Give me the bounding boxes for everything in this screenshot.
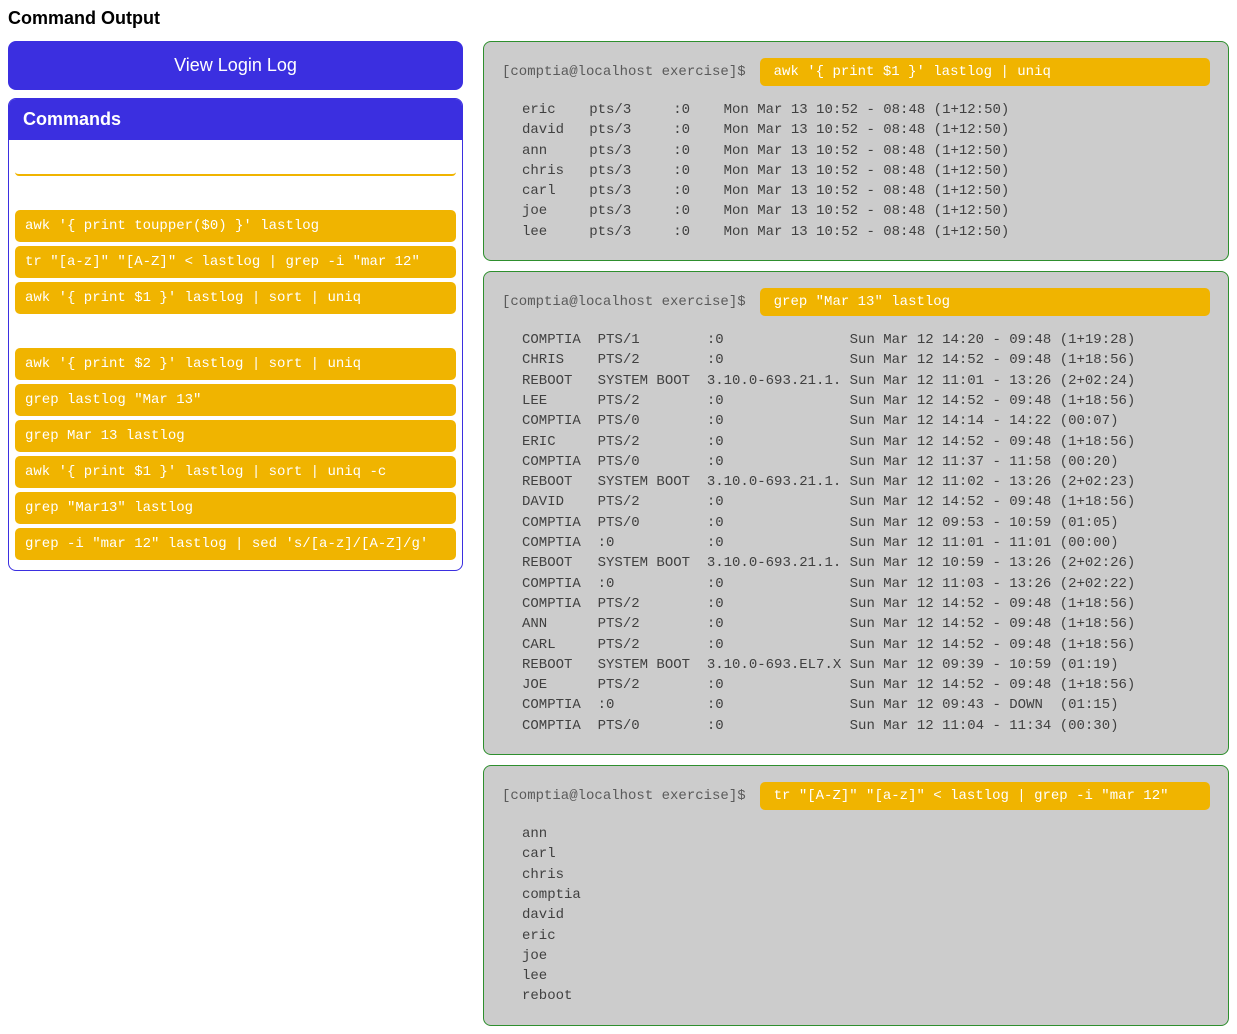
command-chip[interactable]: grep "Mar13" lastlog: [15, 492, 456, 524]
command-chip[interactable]: grep Mar 13 lastlog: [15, 420, 456, 452]
shell-prompt: [comptia@localhost exercise]$: [502, 64, 746, 80]
terminal-block: [comptia@localhost exercise]$ tr "[A-Z]"…: [483, 765, 1229, 1026]
terminal-block: [comptia@localhost exercise]$ grep "Mar …: [483, 271, 1229, 755]
drop-slot[interactable]: [15, 180, 456, 206]
shell-prompt: [comptia@localhost exercise]$: [502, 788, 746, 804]
page-title: Command Output: [8, 8, 1229, 29]
dropped-command[interactable]: awk '{ print $1 }' lastlog | uniq: [760, 58, 1210, 86]
command-chip[interactable]: awk '{ print $1 }' lastlog | sort | uniq: [15, 282, 456, 314]
command-chip[interactable]: grep lastlog "Mar 13": [15, 384, 456, 416]
drop-slot[interactable]: [15, 150, 456, 176]
command-chip[interactable]: awk '{ print $2 }' lastlog | sort | uniq: [15, 348, 456, 380]
terminal-block: [comptia@localhost exercise]$ awk '{ pri…: [483, 41, 1229, 261]
commands-body: awk '{ print toupper($0) }' lastlog tr "…: [9, 140, 462, 570]
terminal-output: eric pts/3 :0 Mon Mar 13 10:52 - 08:48 (…: [502, 100, 1210, 242]
view-login-log-button[interactable]: View Login Log: [8, 41, 463, 90]
command-chip[interactable]: awk '{ print toupper($0) }' lastlog: [15, 210, 456, 242]
dropped-command[interactable]: tr "[A-Z]" "[a-z]" < lastlog | grep -i "…: [760, 782, 1210, 810]
terminal-output: ann carl chris comptia david eric joe le…: [502, 824, 1210, 1007]
dropped-command[interactable]: grep "Mar 13" lastlog: [760, 288, 1210, 316]
shell-prompt: [comptia@localhost exercise]$: [502, 294, 746, 310]
command-chip[interactable]: tr "[a-z]" "[A-Z]" < lastlog | grep -i "…: [15, 246, 456, 278]
terminal-output: COMPTIA PTS/1 :0 Sun Mar 12 14:20 - 09:4…: [502, 330, 1210, 736]
command-chip[interactable]: awk '{ print $1 }' lastlog | sort | uniq…: [15, 456, 456, 488]
drop-slot[interactable]: [15, 318, 456, 344]
commands-header: Commands: [9, 99, 462, 140]
command-chip[interactable]: grep -i "mar 12" lastlog | sed 's/[a-z]/…: [15, 528, 456, 560]
commands-panel: Commands awk '{ print toupper($0) }' las…: [8, 98, 463, 571]
